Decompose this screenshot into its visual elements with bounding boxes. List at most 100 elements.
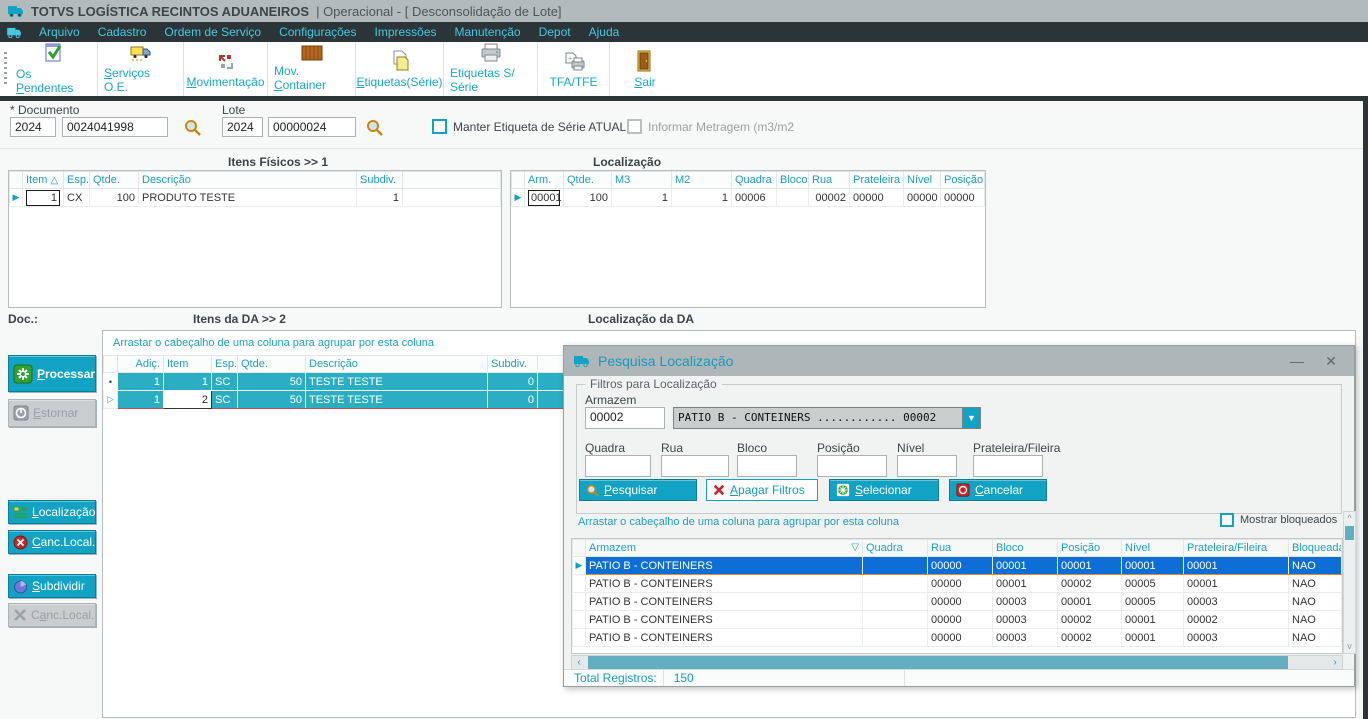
table-row[interactable]: ▶ 00001 100 1 1 00006 00002 00000 00000 … [511,188,985,207]
table-row[interactable]: PATIO B - CONTEINERS 00000 00003 00001 0… [572,592,1342,611]
menu-depot[interactable]: Depot [530,22,580,42]
armazem-combo-value: PATIO B - CONTEINERS ............ 00002 [678,411,937,424]
menu-arquivo[interactable]: Arquivo [30,22,89,42]
pesquisar-button[interactable]: Pesquisar [579,479,697,501]
posicao-field[interactable] [817,455,887,477]
exit-door-icon [637,48,653,72]
chevron-down-icon[interactable]: ▼ [962,408,980,428]
dialog-title-bar[interactable]: Pesquisa Localização — ✕ [564,346,1354,376]
scroll-thumb[interactable] [588,656,1288,670]
col-item: Item [163,355,212,373]
col-qtde: Qtde. [563,171,612,189]
processar-button[interactable]: Processar [8,355,96,392]
table-row[interactable]: PATIO B - CONTEINERS 00000 00003 00002 0… [572,628,1342,647]
servicos-oe-button[interactable]: Serviços O.E. [98,42,184,96]
filtros-groupbox-label: Filtros para Localização [585,377,722,391]
armazem-combobox[interactable]: PATIO B - CONTEINERS ............ 00002 … [673,407,981,429]
documento-numero-field[interactable]: 0024041998 [62,117,168,137]
table-row-selected[interactable]: ▶ PATIO B - CONTEINERS 00000 00001 00001… [572,556,1342,575]
doc-label: Doc.: [8,312,38,326]
menu-manutencao[interactable]: Manutenção [446,22,530,42]
col-prateleira-fileira: Prateleira/Fileira [1183,539,1289,557]
cancelar-localizacao-2-button: Canc.Local. [8,603,96,627]
window-title-app: TOTVS LOGÍSTICA RECINTOS ADUANEIROS [31,3,310,19]
localizacao-button[interactable]: Localização [8,500,96,524]
os-pendentes-button[interactable]: Os Pendentes [10,42,98,96]
prateleira-fileira-field[interactable] [973,455,1043,477]
cancelar-localizacao-button[interactable]: Canc.Local. [8,530,96,554]
itens-fisicos-grid[interactable]: Item △ Esp. Qtde. Descrição Subdiv. ▶ 1 … [8,170,502,308]
documento-search-icon[interactable] [184,119,201,136]
pesquisa-localizacao-dialog: Pesquisa Localização — ✕ Filtros para Lo… [563,345,1356,687]
scroll-up-icon[interactable]: ^ [1344,512,1355,525]
separator-band [0,96,1368,101]
col-subdiv: Subdiv. [487,355,538,373]
cancelar-button[interactable]: Cancelar [949,479,1047,501]
table-row[interactable]: ▶ 1 CX 100 PRODUTO TESTE 1 [9,188,501,207]
pending-check-icon [43,42,65,64]
bloco-label: Bloco [737,441,768,455]
table-row-selected[interactable]: ▷ 1 2 SC 50 TESTE TESTE 0 [103,390,565,409]
nivel-field[interactable] [897,455,957,477]
subdividir-button[interactable]: Subdividir [8,574,96,598]
scroll-left-icon[interactable]: ‹ [572,656,586,670]
bloco-field[interactable] [737,455,797,477]
quadra-field[interactable] [585,455,651,477]
title-bar: TOTVS LOGÍSTICA RECINTOS ADUANEIROS | Op… [0,0,1368,22]
focused-cell: 1 [26,189,60,206]
dialog-title: Pesquisa Localização [598,353,734,369]
col-quadra: Quadra [731,171,777,189]
sair-button[interactable]: Sair [610,42,680,96]
col-adic: Adiç. [117,355,164,373]
scroll-thumb[interactable] [1345,526,1354,540]
printer-icon [480,43,502,63]
documento-ano-field[interactable]: 2024 [10,117,56,137]
rua-field[interactable] [661,455,729,477]
table-header-row: Adiç. Item Esp. Qtde. Descrição Subdiv. [103,355,565,373]
localizacao-grid[interactable]: Arm. Qtde. M3 M2 Quadra Bloco Rua Pratel… [510,170,986,308]
selecionar-button[interactable]: Selecionar [829,479,939,501]
posicao-label: Posição [817,441,860,455]
window-title-context: | Operacional - [ Desconsolidação de Lot… [316,3,562,19]
app-truck-icon [8,5,24,17]
etiquetas-serie-button[interactable]: Etiquetas(Série) [356,42,444,96]
movimentacao-button[interactable]: Movimentação [184,42,268,96]
menu-configuracoes[interactable]: Configurações [270,22,365,42]
sort-asc-icon: △ [50,175,59,186]
localizacao-title: Localização [593,155,662,169]
menu-impressoes[interactable]: Impressões [365,22,445,42]
toolbar-drag-handle[interactable] [0,42,10,96]
menu-cadastro[interactable]: Cadastro [89,22,156,42]
table-row[interactable]: PATIO B - CONTEINERS 00000 00003 00002 0… [572,610,1342,629]
lote-numero-field[interactable]: 00000024 [268,117,356,137]
close-button[interactable]: ✕ [1318,353,1344,370]
menu-ajuda[interactable]: Ajuda [580,22,629,42]
total-registros-value: 150 [673,671,694,685]
item-edit-cell[interactable]: 2 [163,390,212,409]
informar-metragem-label: Informar Metragem (m3/m2 [648,120,795,134]
tfa-tfe-button[interactable]: + TFA/TFE [538,42,610,96]
mdi-truck-icon [7,27,22,38]
window-right-edge [1363,96,1368,719]
mostrar-bloqueados-checkbox[interactable] [1220,513,1234,527]
lote-search-icon[interactable] [366,119,383,136]
etiquetas-sserie-button[interactable]: Etiquetas S/ Série [444,42,538,96]
scroll-down-icon[interactable]: v [1344,640,1355,653]
col-bloco: Bloco [776,171,809,189]
localizacao-results-grid[interactable]: Armazem ▽ Quadra Rua Bloco Posição Nível … [571,538,1343,654]
table-row[interactable]: PATIO B - CONTEINERS 00000 00001 00002 0… [572,574,1342,593]
apagar-filtros-button[interactable]: Apagar Filtros [706,479,818,501]
menu-ordem-de-servico[interactable]: Ordem de Serviço [155,22,270,42]
minimize-button[interactable]: — [1284,353,1310,369]
manter-etiqueta-checkbox[interactable] [432,119,447,134]
scroll-right-icon[interactable]: › [1328,656,1342,670]
nivel-label: Nível [897,441,925,455]
vertical-scrollbar[interactable]: ^ v [1343,511,1356,654]
pie-icon [13,579,28,594]
col-rua: Rua [808,171,850,189]
mov-container-button[interactable]: Mov. Container [268,42,356,96]
table-row[interactable]: • 1 1 SC 50 TESTE TESTE 0 [103,372,565,391]
armazem-code-field[interactable]: 00002 [585,407,665,429]
lote-ano-field[interactable]: 2024 [222,117,263,137]
col-posicao: Posição [1057,539,1122,557]
